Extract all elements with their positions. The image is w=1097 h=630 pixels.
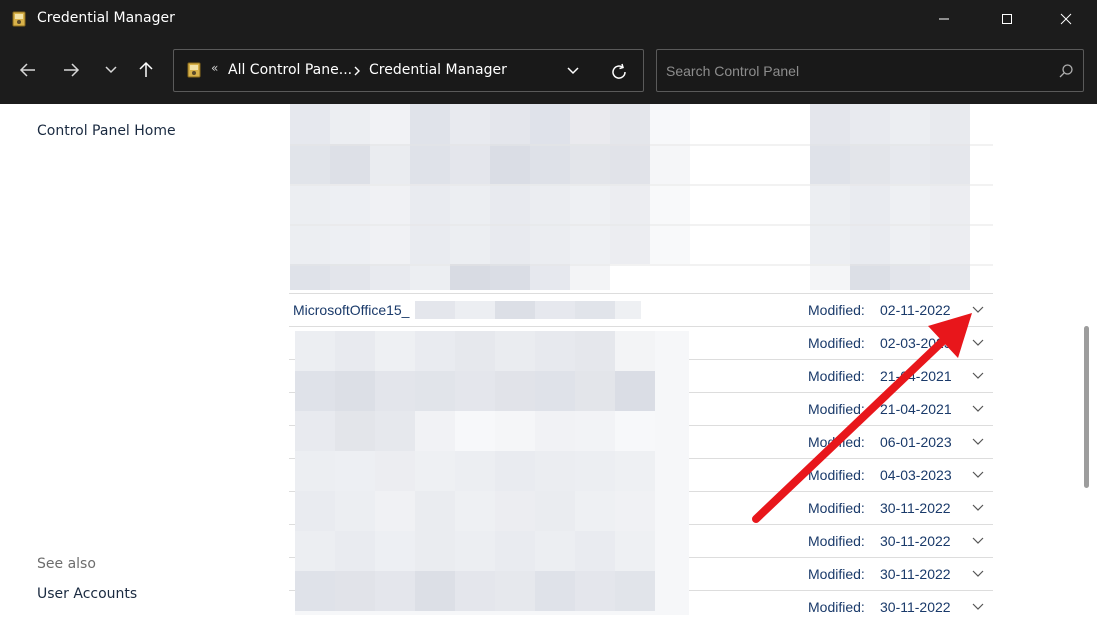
modified-label: Modified: xyxy=(808,401,865,417)
minimize-button[interactable] xyxy=(921,0,967,38)
breadcrumb-credential-manager[interactable]: Credential Manager xyxy=(369,62,507,78)
expand-credential-button[interactable] xyxy=(971,601,985,613)
modified-date: 21-04-2021 xyxy=(880,401,952,417)
left-navigation-pane: Control Panel Home See also User Account… xyxy=(0,104,275,630)
modified-label: Modified: xyxy=(808,302,865,318)
redacted-credential-name xyxy=(415,301,641,319)
modified-date: 21-04-2021 xyxy=(880,368,952,384)
minimize-icon xyxy=(939,18,949,20)
arrow-up-icon xyxy=(139,61,153,77)
credential-name: MicrosoftOffice15_ xyxy=(293,302,410,318)
modified-date: 30-11-2022 xyxy=(880,566,951,582)
breadcrumb-all-control-panel[interactable]: All Control Pane... xyxy=(228,62,352,78)
chevron-down-icon xyxy=(972,537,984,544)
refresh-button[interactable] xyxy=(608,61,630,83)
expand-credential-button[interactable] xyxy=(971,304,985,316)
credential-row[interactable]: MicrosoftOffice15_ Modified: 02-11-2022 xyxy=(289,293,993,326)
expand-credential-button[interactable] xyxy=(971,469,985,481)
scrollbar-thumb[interactable] xyxy=(1084,326,1089,488)
chevron-right-icon[interactable] xyxy=(352,65,362,77)
expand-credential-button[interactable] xyxy=(971,535,985,547)
modified-label: Modified: xyxy=(808,467,865,483)
chevron-down-icon xyxy=(105,66,117,74)
expand-credential-button[interactable] xyxy=(971,568,985,580)
redacted-credential-area xyxy=(290,104,993,290)
chevron-down-icon xyxy=(972,372,984,379)
expand-credential-button[interactable] xyxy=(971,436,985,448)
maximize-button[interactable] xyxy=(984,0,1030,38)
breadcrumb-overflow[interactable]: « xyxy=(211,61,218,75)
user-accounts-link[interactable]: User Accounts xyxy=(37,586,137,602)
search-input[interactable] xyxy=(666,61,1046,81)
address-bar[interactable]: « All Control Pane... Credential Manager xyxy=(173,49,644,92)
control-panel-icon xyxy=(187,62,201,78)
modified-label: Modified: xyxy=(808,368,865,384)
modified-label: Modified: xyxy=(808,533,865,549)
modified-date: 06-01-2023 xyxy=(880,434,952,450)
chevron-down-icon xyxy=(567,67,579,75)
modified-date: 30-11-2022 xyxy=(880,533,951,549)
chevron-down-icon xyxy=(972,405,984,412)
back-button[interactable] xyxy=(14,56,42,84)
search-icon[interactable] xyxy=(1058,63,1074,79)
modified-label: Modified: xyxy=(808,599,865,615)
credential-list-pane: MicrosoftOffice15_ Modified: 02-11-2022 … xyxy=(275,104,1078,630)
see-also-heading: See also xyxy=(37,556,96,572)
close-icon xyxy=(1060,13,1072,25)
modified-label: Modified: xyxy=(808,335,865,351)
address-dropdown-button[interactable] xyxy=(564,62,582,80)
arrow-right-icon xyxy=(64,63,80,77)
expand-credential-button[interactable] xyxy=(971,403,985,415)
expand-credential-button[interactable] xyxy=(971,337,985,349)
chevron-down-icon xyxy=(972,339,984,346)
redacted-credential-names xyxy=(295,331,689,615)
modified-date: 02-11-2022 xyxy=(880,302,951,318)
modified-label: Modified: xyxy=(808,434,865,450)
chevron-down-icon xyxy=(972,471,984,478)
search-box[interactable] xyxy=(656,49,1084,92)
vertical-scrollbar[interactable] xyxy=(1078,104,1097,630)
up-button[interactable] xyxy=(132,56,160,84)
title-bar: Credential Manager xyxy=(0,0,1097,38)
arrow-left-icon xyxy=(19,63,35,77)
chevron-down-icon xyxy=(972,570,984,577)
close-button[interactable] xyxy=(1043,0,1089,38)
chevron-down-icon xyxy=(972,438,984,445)
modified-date: 30-11-2022 xyxy=(880,599,951,615)
expand-credential-button[interactable] xyxy=(971,370,985,382)
window-title: Credential Manager xyxy=(37,10,175,26)
forward-button[interactable] xyxy=(57,56,85,84)
expand-credential-button[interactable] xyxy=(971,502,985,514)
modified-date: 04-03-2023 xyxy=(880,467,952,483)
chevron-down-icon xyxy=(972,504,984,511)
modified-date: 02-03-2023 xyxy=(880,335,952,351)
maximize-icon xyxy=(1002,14,1012,24)
modified-label: Modified: xyxy=(808,566,865,582)
modified-date: 30-11-2022 xyxy=(880,500,951,516)
recent-locations-button[interactable] xyxy=(97,56,125,84)
refresh-icon xyxy=(612,63,626,79)
navigation-bar: « All Control Pane... Credential Manager xyxy=(0,38,1097,104)
modified-label: Modified: xyxy=(808,500,865,516)
chevron-down-icon xyxy=(972,306,984,313)
credential-manager-app-icon xyxy=(12,11,26,27)
chevron-down-icon xyxy=(972,603,984,610)
control-panel-home-link[interactable]: Control Panel Home xyxy=(37,123,176,139)
